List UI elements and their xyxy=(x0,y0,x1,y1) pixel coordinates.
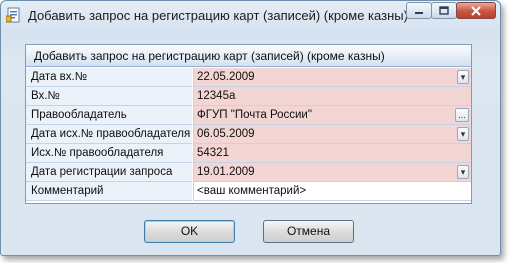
chevron-down-icon: ▾ xyxy=(460,167,466,177)
ellipsis-icon: ... xyxy=(458,110,466,120)
form-row-incoming-date: Дата вх.№ 22.05.2009 ▾ xyxy=(26,68,471,87)
title-bar[interactable]: Добавить запрос на регистрацию карт (зап… xyxy=(1,1,500,29)
incoming-number-field[interactable]: 12345a xyxy=(193,87,471,106)
registration-date-field[interactable]: 19.01.2009 ▾ xyxy=(193,163,471,182)
maximize-button[interactable] xyxy=(431,2,457,19)
chevron-down-icon: ▾ xyxy=(460,129,466,139)
outgoing-date-field[interactable]: 06.05.2009 ▾ xyxy=(193,125,471,144)
form-row-incoming-number: Вх.№ 12345a xyxy=(26,87,471,106)
field-label: Дата исх.№ правообладателя xyxy=(26,125,192,144)
cancel-button[interactable]: Отмена xyxy=(263,220,354,243)
form-row-outgoing-number: Исх.№ правообладателя 54321 xyxy=(26,144,471,163)
field-value: <ваш комментарий> xyxy=(197,185,307,197)
field-value: 12345a xyxy=(197,90,236,102)
form-row-registration-date: Дата регистрации запроса 19.01.2009 ▾ xyxy=(26,163,471,182)
browse-button[interactable]: ... xyxy=(455,108,469,122)
incoming-date-field[interactable]: 22.05.2009 ▾ xyxy=(193,68,471,87)
dialog-window: Добавить запрос на регистрацию карт (зап… xyxy=(0,0,501,256)
minimize-button[interactable] xyxy=(406,2,432,19)
outgoing-number-field[interactable]: 54321 xyxy=(193,144,471,163)
request-form-panel: Добавить запрос на регистрацию карт (зап… xyxy=(25,44,472,204)
form-row-comment: Комментарий <ваш комментарий> xyxy=(26,182,471,201)
dropdown-button[interactable]: ▾ xyxy=(457,127,469,141)
comment-field[interactable]: <ваш комментарий> xyxy=(193,182,471,201)
panel-header: Добавить запрос на регистрацию карт (зап… xyxy=(26,45,471,67)
chevron-down-icon: ▾ xyxy=(460,72,466,82)
window-title: Добавить запрос на регистрацию карт (зап… xyxy=(28,8,408,23)
form-app-icon xyxy=(5,7,22,23)
field-value: 54321 xyxy=(197,147,229,159)
field-label: Дата регистрации запроса xyxy=(26,163,192,182)
field-label: Дата вх.№ xyxy=(26,68,192,87)
field-label: Исх.№ правообладателя xyxy=(26,144,192,163)
form-row-outgoing-date: Дата исх.№ правообладателя 06.05.2009 ▾ xyxy=(26,125,471,144)
maximize-icon xyxy=(439,6,449,15)
field-label: Комментарий xyxy=(26,182,192,201)
ok-button[interactable]: OK xyxy=(144,220,235,243)
minimize-icon xyxy=(415,11,423,14)
close-button[interactable] xyxy=(456,2,496,19)
field-value: ФГУП "Почта России" xyxy=(197,109,312,121)
form-row-rightholder: Правообладатель ФГУП "Почта России" ... xyxy=(26,106,471,125)
field-label: Вх.№ xyxy=(26,87,192,106)
dropdown-button[interactable]: ▾ xyxy=(457,70,469,84)
close-icon xyxy=(471,5,481,16)
field-value: 22.05.2009 xyxy=(197,71,255,83)
rightholder-field[interactable]: ФГУП "Почта России" ... xyxy=(193,106,471,125)
field-label: Правообладатель xyxy=(26,106,192,125)
field-value: 06.05.2009 xyxy=(197,128,255,140)
field-value: 19.01.2009 xyxy=(197,166,255,178)
dropdown-button[interactable]: ▾ xyxy=(457,165,469,179)
